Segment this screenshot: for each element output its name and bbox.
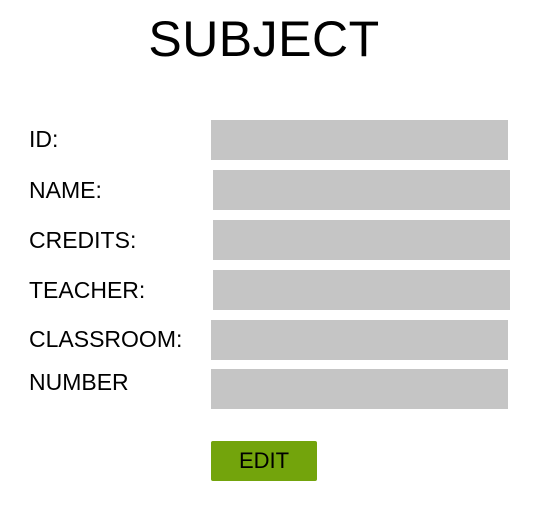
teacher-label: TEACHER:: [29, 277, 146, 303]
number-label: NUMBER: [29, 369, 129, 395]
teacher-field[interactable]: [213, 270, 510, 310]
classroom-label: CLASSROOM:: [29, 326, 183, 352]
name-label: NAME:: [29, 177, 102, 203]
id-field[interactable]: [211, 120, 508, 160]
page-title: SUBJECT: [148, 11, 380, 67]
name-field[interactable]: [213, 170, 510, 210]
number-field[interactable]: [211, 369, 508, 409]
id-label: ID:: [29, 126, 59, 152]
classroom-field[interactable]: [211, 320, 508, 360]
credits-field[interactable]: [213, 220, 510, 260]
edit-button[interactable]: EDIT: [211, 441, 317, 481]
subject-form-page: SUBJECT ID: NAME: CREDITS: TEACHER: CLAS…: [0, 0, 545, 511]
credits-label: CREDITS:: [29, 227, 137, 253]
